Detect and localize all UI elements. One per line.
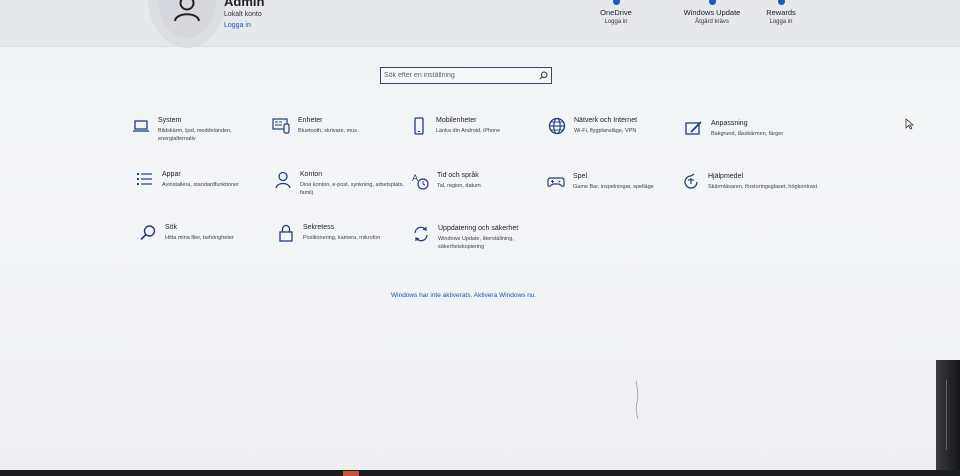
accessibility-icon <box>684 173 698 189</box>
header-rewards-title: Rewards <box>766 8 796 17</box>
tile-search-desc: Hitta mina filer, behörigheter <box>165 235 234 241</box>
tile-network-desc: Wi-Fi, flygplansläge, VPN <box>574 128 637 134</box>
tile-personalization[interactable]: Anpassning Bakgrund, låsskärmen, färger <box>685 120 815 160</box>
tile-phone-title: Mobilenheter <box>436 117 477 124</box>
header-rewards-sub: Logga in <box>769 19 793 25</box>
avatar[interactable] <box>158 0 216 38</box>
person-icon <box>275 171 291 189</box>
tile-system-desc: Bildskärm, ljud, meddelanden, energialte… <box>158 128 232 142</box>
tile-apps-title: Appar <box>162 171 181 178</box>
account-login-link[interactable]: Logga in <box>224 22 251 29</box>
tile-system[interactable]: System Bildskärm, ljud, meddelanden, ene… <box>132 117 262 157</box>
tile-apps-desc: Avinstallera, standardfunktioner <box>162 182 239 188</box>
header-rewards[interactable]: Rewards Logga in <box>762 0 800 25</box>
phone-icon <box>414 117 424 135</box>
activate-windows-link[interactable]: Windows har inte aktiverats. Aktivera Wi… <box>391 292 536 299</box>
lock-icon <box>279 224 293 242</box>
tile-accounts-desc: Dina konton, e-post, synkning, arbetspla… <box>300 182 404 196</box>
laptop-icon <box>133 120 149 132</box>
personalization-icon <box>685 121 702 135</box>
tile-gaming-title: Spel <box>573 173 588 180</box>
search-icon[interactable] <box>539 71 548 80</box>
tile-privacy-desc: Positionering, kamera, mikrofon <box>303 235 381 241</box>
tile-time-language-title: Tid och språk <box>437 172 479 179</box>
header-onedrive[interactable]: OneDrive Logga in <box>595 0 637 25</box>
tile-gaming-desc: Game Bar, inspelningar, spelläge <box>573 184 654 190</box>
tile-search-title: Sök <box>165 224 178 231</box>
header-windows-update-sub: Åtgärd krävs <box>695 19 729 25</box>
screen-scratch-mark <box>635 380 639 420</box>
taskbar[interactable] <box>0 470 960 476</box>
search-input[interactable] <box>384 70 534 81</box>
header-onedrive-title: OneDrive <box>600 8 632 17</box>
tile-network[interactable]: Nätverk och Internet Wi-Fi, flygplansläg… <box>548 117 678 157</box>
account-type: Lokalt konto <box>224 11 262 18</box>
apps-list-icon <box>137 173 152 185</box>
taskbar-app-icon[interactable] <box>343 471 359 476</box>
rewards-icon <box>777 0 785 5</box>
header-windows-update-title: Windows Update <box>683 8 741 17</box>
settings-window: Admin Lokalt konto Logga in OneDrive Log… <box>0 0 960 470</box>
tile-phone-desc: Länka din Android, iPhone <box>436 128 501 134</box>
monitor-bezel <box>936 360 960 470</box>
globe-icon <box>548 117 566 135</box>
header-onedrive-sub: Logga in <box>604 19 628 25</box>
tile-devices-title: Enheter <box>298 117 323 124</box>
time-language-icon: A <box>412 174 429 190</box>
tile-privacy[interactable]: Sekretess Positionering, kamera, mikrofo… <box>277 224 407 264</box>
tile-accessibility-desc: Skärmläsaren, förstoringsglaset, högkont… <box>708 184 818 190</box>
windows-update-icon <box>708 0 716 5</box>
sync-icon <box>414 226 428 242</box>
tile-time-language-desc: Tal, region, datum <box>437 183 481 189</box>
account-header: Admin Lokalt konto Logga in OneDrive Log… <box>0 0 960 47</box>
tile-personalization-title: Anpassning <box>711 120 748 127</box>
onedrive-icon <box>612 0 620 5</box>
tile-search[interactable]: Sök Hitta mina filer, behörigheter <box>139 224 269 264</box>
tile-accounts-title: Konton <box>300 171 323 178</box>
tile-network-title: Nätverk och Internet <box>574 117 638 124</box>
tile-time-language[interactable]: A Tid och språk Tal, region, datum <box>411 172 541 212</box>
gamepad-icon <box>547 177 565 187</box>
tile-personalization-desc: Bakgrund, låsskärmen, färger <box>711 131 784 137</box>
tile-accounts[interactable]: Konton Dina konton, e-post, synkning, ar… <box>274 171 404 211</box>
tile-system-title: System <box>158 117 182 124</box>
account-name: Admin <box>224 0 265 9</box>
bezel-edge <box>946 380 947 450</box>
tile-update-security-title: Uppdatering och säkerhet <box>438 225 519 232</box>
tile-phone[interactable]: Mobilenheter Länka din Android, iPhone <box>410 117 540 157</box>
tile-privacy-title: Sekretess <box>303 224 335 231</box>
user-avatar-icon <box>174 0 200 22</box>
mouse-cursor-icon <box>905 118 914 130</box>
settings-search-box[interactable] <box>380 67 552 84</box>
header-windows-update[interactable]: Windows Update Åtgärd krävs <box>682 0 742 25</box>
devices-icon <box>272 118 290 134</box>
tile-accessibility-title: Hjälpmedel <box>708 173 744 180</box>
tile-devices-desc: Bluetooth, skrivare, mus <box>298 128 357 134</box>
tile-accessibility[interactable]: Hjälpmedel Skärmläsaren, förstoringsglas… <box>682 173 817 213</box>
tile-update-security-desc: Windows Update, återställning, säkerhets… <box>438 236 514 250</box>
search-icon <box>140 225 156 241</box>
tile-update-security[interactable]: Uppdatering och säkerhet Windows Update,… <box>412 225 542 265</box>
tile-devices[interactable]: Enheter Bluetooth, skrivare, mus <box>272 117 402 157</box>
tile-apps[interactable]: Appar Avinstallera, standardfunktioner <box>136 171 266 211</box>
tile-gaming[interactable]: Spel Game Bar, inspelningar, spelläge <box>547 173 677 213</box>
